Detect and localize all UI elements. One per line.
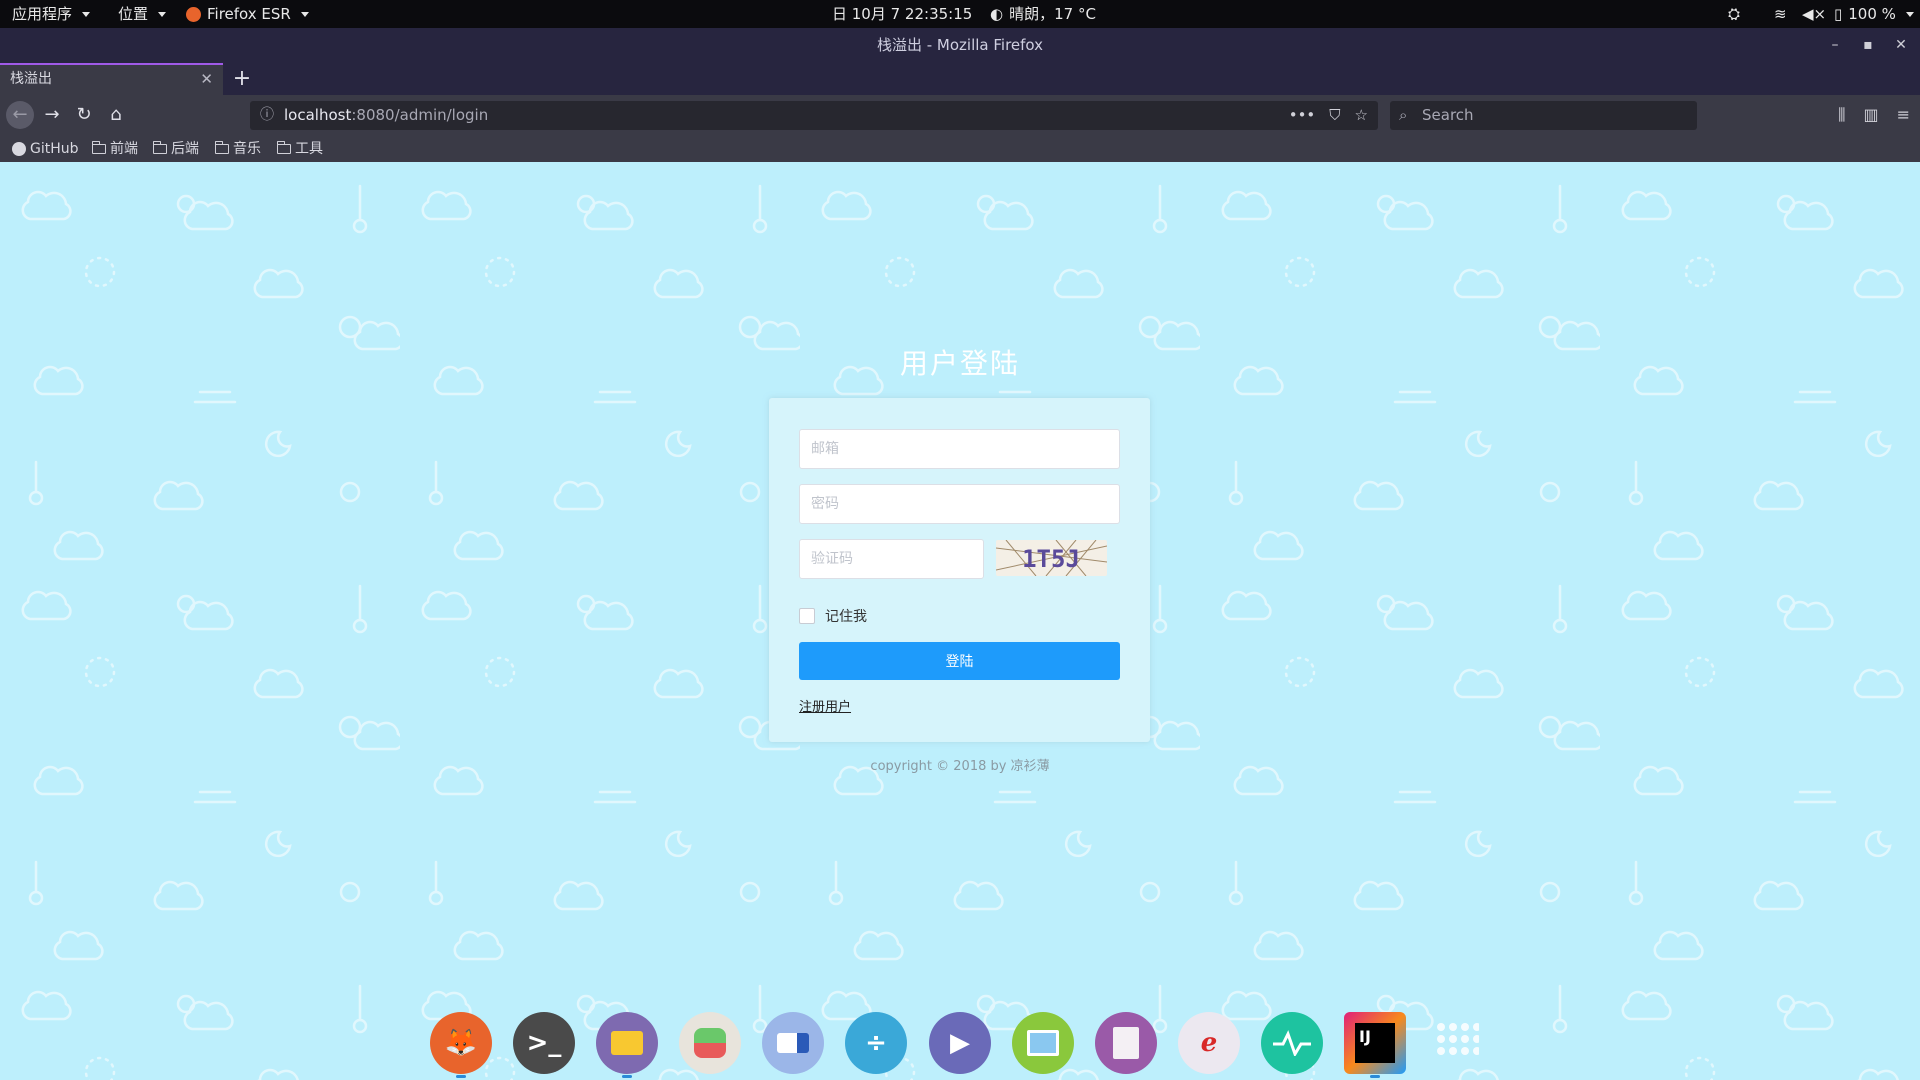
- volume-muted-icon[interactable]: ◀×: [1802, 0, 1826, 28]
- dropdown-caret-icon: [1905, 11, 1914, 17]
- running-indicator: [622, 1075, 632, 1078]
- document-signer-dock-icon[interactable]: ℯ: [1178, 1012, 1240, 1074]
- tab-active[interactable]: 栈溢出 ✕: [0, 63, 223, 95]
- bookmark-folder-music[interactable]: 音乐: [214, 136, 261, 162]
- site-info-icon[interactable]: ⓘ: [260, 101, 274, 130]
- battery-icon: ▯: [1834, 5, 1843, 23]
- remember-checkbox[interactable]: [799, 608, 815, 624]
- places-menu[interactable]: 位置: [118, 0, 167, 28]
- forward-button[interactable]: →: [38, 101, 66, 129]
- password-field[interactable]: [799, 484, 1120, 524]
- captcha-text: 1T5J: [1022, 545, 1080, 573]
- url-bar[interactable]: ⓘ localhost:8080/admin/login ••• ⛉ ☆: [250, 101, 1378, 130]
- text-editor-dock-icon[interactable]: [1095, 1012, 1157, 1074]
- folder-icon: [276, 141, 291, 154]
- dropdown-caret-icon: [158, 11, 167, 17]
- window-titlebar: 栈溢出 - Mozilla Firefox – ▪ ✕: [0, 28, 1920, 63]
- login-button[interactable]: 登陆: [799, 642, 1120, 680]
- apps-menu[interactable]: 应用程序: [12, 0, 91, 28]
- calculator-dock-icon[interactable]: ÷: [845, 1012, 907, 1074]
- library-icon[interactable]: ⫼: [1838, 101, 1845, 129]
- bookmark-star-icon[interactable]: ☆: [1355, 101, 1368, 130]
- search-icon: ⌕: [1399, 106, 1408, 124]
- sidebar-icon[interactable]: ▥: [1863, 101, 1878, 129]
- active-app-menu[interactable]: Firefox ESR: [186, 0, 309, 28]
- image-viewer-dock-icon[interactable]: [1012, 1012, 1074, 1074]
- battery-indicator[interactable]: ▯ 100 %: [1834, 0, 1914, 28]
- tab-bar: 栈溢出 ✕ +: [0, 63, 1920, 95]
- close-tab-icon[interactable]: ✕: [200, 65, 213, 94]
- running-indicator: [456, 1075, 466, 1078]
- navigation-toolbar: ← → ↻ ⌂ ⓘ localhost:8080/admin/login •••…: [0, 95, 1920, 136]
- bookmark-folder-tools[interactable]: 工具: [276, 136, 323, 162]
- dropdown-caret-icon: [300, 11, 309, 17]
- email-field[interactable]: [799, 429, 1120, 469]
- captcha-field[interactable]: [799, 539, 984, 579]
- bookmark-folder-frontend[interactable]: 前端: [91, 136, 138, 162]
- close-window-button[interactable]: ✕: [1886, 28, 1916, 63]
- firefox-dock-icon[interactable]: 🦊: [430, 1012, 492, 1074]
- folder-icon: [152, 141, 167, 154]
- search-input[interactable]: ⌕ Search: [1390, 101, 1697, 130]
- dock: 🦊 >_ ÷ ▶ ℯ IJ: [0, 1000, 1920, 1080]
- back-button[interactable]: ←: [6, 101, 34, 129]
- bookmark-folder-backend[interactable]: 后端: [152, 136, 199, 162]
- folder-icon: [214, 141, 229, 154]
- maximize-button[interactable]: ▪: [1853, 28, 1883, 63]
- screen-share-icon[interactable]: ⛭: [1728, 0, 1740, 28]
- captcha-image[interactable]: 1T5J: [996, 540, 1107, 576]
- moon-icon: ◐: [990, 5, 1004, 23]
- new-tab-button[interactable]: +: [230, 63, 254, 95]
- bookmarks-toolbar: GitHub 前端 后端 音乐 工具: [0, 136, 1920, 162]
- running-indicator: [1370, 1075, 1380, 1078]
- login-card: 1T5J 记住我 登陆 注册用户: [769, 398, 1150, 742]
- deepin-manager-dock-icon[interactable]: [762, 1012, 824, 1074]
- copyright-text: copyright © 2018 by 凉衫薄: [870, 759, 1050, 774]
- reload-button[interactable]: ↻: [70, 101, 98, 129]
- system-monitor-dock-icon[interactable]: [1261, 1012, 1323, 1074]
- system-top-panel: 应用程序 位置 Firefox ESR 日 10月 7 22:35:15 ◐ 晴…: [0, 0, 1920, 28]
- home-button[interactable]: ⌂: [102, 101, 130, 129]
- menu-icon[interactable]: ≡: [1897, 101, 1910, 129]
- remember-me[interactable]: 记住我: [799, 606, 867, 626]
- page-actions-icon[interactable]: •••: [1289, 101, 1316, 130]
- firefox-icon: [186, 6, 201, 22]
- weather-indicator[interactable]: ◐ 晴朗，17 °C: [990, 0, 1096, 28]
- terminal-dock-icon[interactable]: >_: [513, 1012, 575, 1074]
- window-title: 栈溢出 - Mozilla Firefox: [876, 36, 1044, 54]
- files-dock-icon[interactable]: [596, 1012, 658, 1074]
- register-link[interactable]: 注册用户: [799, 696, 851, 715]
- settings-dock-icon[interactable]: [679, 1012, 741, 1074]
- folder-icon: [91, 141, 106, 154]
- pocket-icon[interactable]: ⛉: [1329, 101, 1340, 130]
- login-title: 用户登陆: [899, 347, 1020, 380]
- bookmark-github[interactable]: GitHub: [12, 136, 79, 162]
- clock[interactable]: 日 10月 7 22:35:15: [832, 0, 972, 28]
- dropdown-caret-icon: [82, 11, 91, 17]
- video-player-dock-icon[interactable]: ▶: [929, 1012, 991, 1074]
- github-icon: [12, 142, 26, 156]
- wifi-icon[interactable]: ≋: [1774, 0, 1787, 28]
- minimize-button[interactable]: –: [1820, 28, 1850, 63]
- intellij-idea-dock-icon[interactable]: IJ: [1344, 1012, 1406, 1074]
- page-viewport: 用户登陆 1T5J 记住我 登陆 注册用户 copyright © 2018 b…: [0, 162, 1920, 1080]
- launcher-grid-icon[interactable]: [1426, 1012, 1488, 1074]
